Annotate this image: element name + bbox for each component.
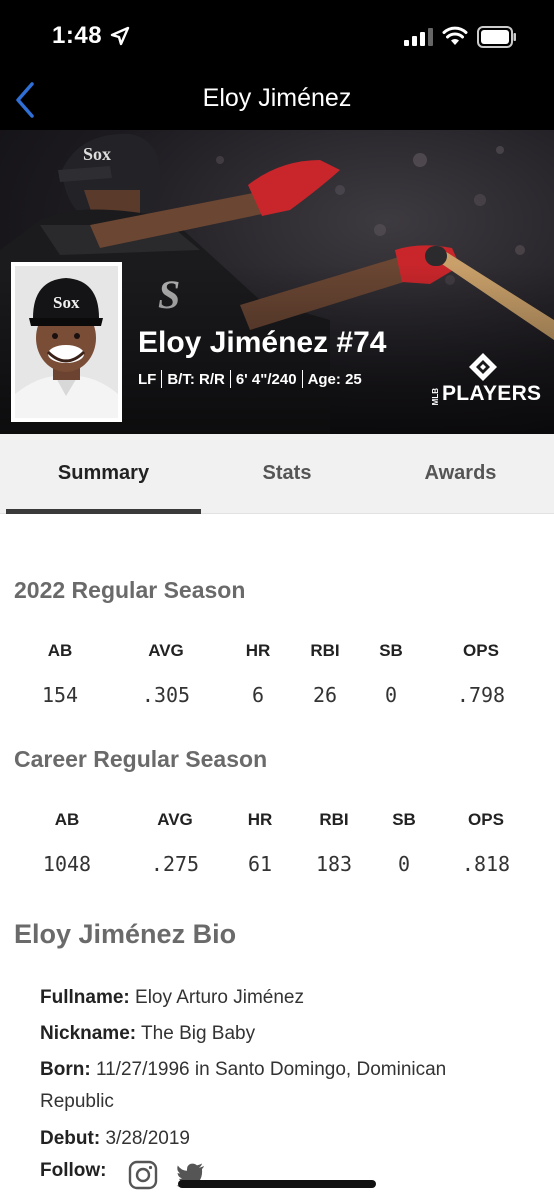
- career-stats-title: Career Regular Season: [14, 746, 268, 772]
- status-time: 1:48: [52, 22, 103, 49]
- bio-nickname-row: Nickname: The Big Baby: [40, 1018, 510, 1050]
- season-header-ops: OPS: [463, 641, 499, 660]
- bio-debut-value: 3/28/2019: [105, 1128, 190, 1149]
- battery-icon: [477, 26, 516, 48]
- bio-follow-label: Follow:: [40, 1160, 107, 1181]
- bio-born-label: Born:: [40, 1059, 91, 1080]
- location-arrow-icon: [110, 26, 130, 46]
- season-header-avg: AVG: [148, 641, 184, 660]
- season-value-sb: 0: [384, 683, 398, 707]
- tab-summary[interactable]: Summary: [6, 462, 201, 485]
- career-header-ab: AB: [54, 810, 80, 829]
- player-age: Age: 25: [307, 370, 362, 388]
- career-header-ops: OPS: [468, 810, 504, 829]
- player-hero-banner: Sox Sox Eloy Jiménez #74 LF B/T: R/R 6' …: [0, 130, 554, 434]
- player-headshot: Sox: [11, 262, 122, 422]
- bio-fullname-row: Fullname: Eloy Arturo Jiménez: [40, 982, 510, 1014]
- bio-fullname-label: Fullname:: [40, 987, 130, 1008]
- navigation-bar: Eloy Jiménez: [0, 76, 554, 130]
- bio-debut-row: Debut: 3/28/2019: [40, 1123, 510, 1155]
- bio-fullname-value: Eloy Arturo Jiménez: [135, 987, 304, 1008]
- wifi-icon: [442, 26, 468, 45]
- season-value-ab: 154: [41, 683, 79, 707]
- bio-born-value: 11/27/1996 in Santo Domingo, Dominican R…: [40, 1059, 447, 1112]
- meta-divider: [301, 370, 303, 388]
- svg-text:Sox: Sox: [83, 144, 111, 164]
- mlb-players-logo: MLB PLAYERS: [431, 352, 541, 412]
- career-value-ops: .818: [461, 852, 511, 876]
- meta-divider: [229, 370, 231, 388]
- season-value-ops: .798: [456, 683, 506, 707]
- logo-mlb-text: MLB: [431, 388, 440, 406]
- season-header-ab: AB: [47, 641, 73, 660]
- tab-awards[interactable]: Awards: [373, 462, 548, 485]
- tab-stats[interactable]: Stats: [201, 462, 373, 485]
- bio-nickname-value: The Big Baby: [141, 1023, 256, 1044]
- player-height-weight: 6' 4"/240: [235, 370, 297, 388]
- career-value-ab: 1048: [42, 852, 92, 876]
- logo-players-text: PLAYERS: [442, 382, 542, 405]
- instagram-icon[interactable]: [128, 1160, 158, 1190]
- nav-title: Eloy Jiménez: [202, 84, 352, 112]
- cellular-signal-icon: [404, 28, 433, 46]
- meta-divider: [161, 370, 163, 388]
- season-value-avg: .305: [141, 683, 191, 707]
- player-bats-throws: B/T: R/R: [167, 370, 225, 388]
- career-header-sb: SB: [392, 810, 416, 829]
- tab-bar: Summary Stats Awards: [0, 434, 554, 514]
- bio-follow-row: Follow:: [40, 1160, 106, 1182]
- bio-title: Eloy Jiménez Bio: [14, 919, 237, 949]
- active-tab-indicator: [6, 509, 201, 514]
- status-bar: 1:48: [0, 0, 554, 76]
- home-indicator: [178, 1180, 376, 1188]
- player-position: LF: [138, 370, 157, 388]
- bio-nickname-label: Nickname:: [40, 1023, 137, 1044]
- season-stats-title: 2022 Regular Season: [14, 577, 246, 603]
- svg-text:Sox: Sox: [53, 293, 80, 312]
- career-value-avg: .275: [150, 852, 200, 876]
- career-header-avg: AVG: [157, 810, 193, 829]
- players-diamond-icon: [469, 353, 497, 381]
- player-meta: LF B/T: R/R 6' 4"/240 Age: 25: [138, 370, 362, 388]
- season-header-sb: SB: [379, 641, 403, 660]
- player-name-number: Eloy Jiménez #74: [138, 326, 387, 359]
- bio-debut-label: Debut:: [40, 1128, 101, 1149]
- bio-born-row: Born: 11/27/1996 in Santo Domingo, Domin…: [40, 1054, 510, 1118]
- career-value-sb: 0: [397, 852, 411, 876]
